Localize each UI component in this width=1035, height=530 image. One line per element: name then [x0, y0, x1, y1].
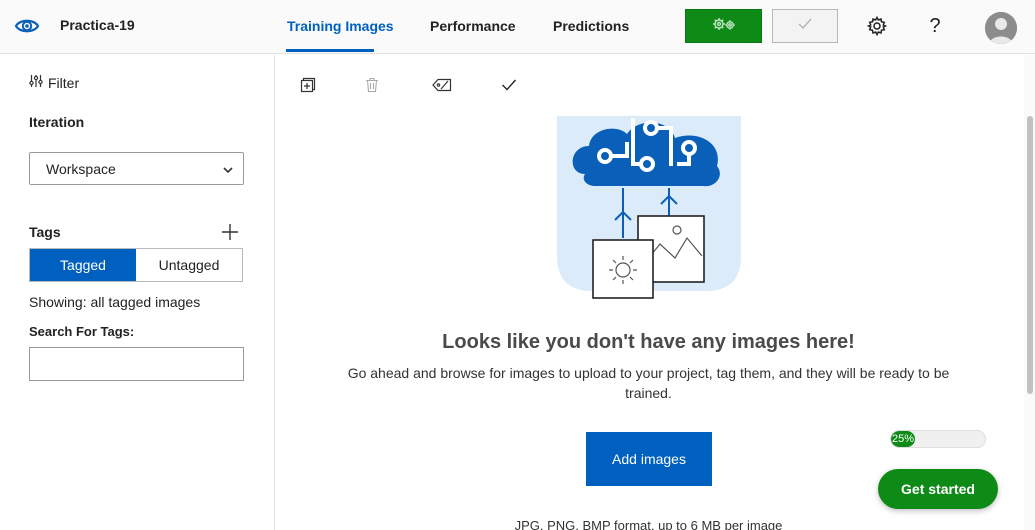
onboarding-progress-bar: 25%: [890, 430, 986, 448]
filter-icon: [29, 74, 43, 91]
tab-training-images[interactable]: Training Images: [287, 18, 394, 34]
top-header: Practica-19 Training Images Performance …: [0, 0, 1035, 54]
empty-state-title: Looks like you don't have any images her…: [442, 331, 855, 353]
add-images-button[interactable]: Add images: [586, 432, 712, 486]
tagged-button[interactable]: Tagged: [30, 249, 136, 281]
check-icon[interactable]: [500, 76, 518, 94]
iteration-selected-value: Workspace: [46, 160, 116, 177]
search-tags-input[interactable]: [29, 347, 244, 381]
supported-formats-text: JPG, PNG, BMP format, up to 6 MB per ima…: [514, 518, 783, 530]
sidebar: Filter Iteration Workspace Tags Tagged U…: [0, 55, 275, 530]
eye-logo-icon[interactable]: [14, 13, 40, 39]
active-tab-indicator: [286, 49, 374, 52]
gears-icon: [710, 16, 738, 37]
untagged-button[interactable]: Untagged: [136, 249, 242, 281]
tags-heading: Tags: [29, 224, 61, 240]
tag-icon[interactable]: [432, 76, 452, 94]
filter-button[interactable]: Filter: [29, 74, 79, 91]
search-tags-label: Search For Tags:: [29, 324, 135, 339]
iteration-heading: Iteration: [29, 114, 85, 130]
trash-icon[interactable]: [363, 76, 381, 94]
gear-icon[interactable]: [866, 15, 888, 37]
progress-label: 25%: [891, 433, 915, 445]
scrollbar-thumb[interactable]: [1027, 116, 1033, 394]
tab-predictions[interactable]: Predictions: [553, 18, 629, 34]
filter-label: Filter: [48, 74, 80, 91]
empty-state-illustration: [557, 116, 741, 302]
quick-test-button[interactable]: [772, 9, 838, 43]
empty-state-description: Go ahead and browse for images to upload…: [347, 365, 950, 401]
checkmark-icon: [798, 17, 812, 35]
chevron-down-icon: [223, 161, 233, 177]
tab-performance[interactable]: Performance: [430, 18, 516, 34]
avatar[interactable]: [985, 12, 1017, 44]
showing-status-text: Showing: all tagged images: [29, 294, 201, 310]
train-button[interactable]: [685, 9, 762, 43]
iteration-select[interactable]: Workspace: [29, 152, 244, 185]
help-icon[interactable]: ?: [924, 15, 946, 37]
add-images-icon[interactable]: [299, 76, 317, 94]
add-tag-icon[interactable]: [221, 223, 239, 241]
get-started-button[interactable]: Get started: [878, 469, 998, 509]
project-name: Practica-19: [60, 17, 135, 33]
tagged-untagged-toggle: Tagged Untagged: [29, 248, 243, 282]
